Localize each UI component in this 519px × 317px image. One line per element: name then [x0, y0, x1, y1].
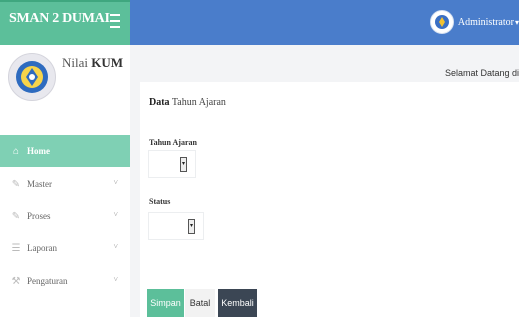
sidebar-item-label: Laporan: [27, 243, 57, 253]
sidebar-item-home[interactable]: ⌂ Home: [0, 135, 130, 167]
welcome-text: Selamat Datang di: [444, 68, 519, 78]
app-name-bold: KUM: [91, 55, 124, 70]
chevron-down-icon: ˅: [113, 210, 118, 219]
chevron-down-icon: ˅: [113, 242, 118, 251]
sidebar-item-master[interactable]: ✎ Master ˅: [0, 168, 130, 200]
sidebar: Nilai KUM ⌂ Home ✎ Master ˅ ✎ Proses ˅ ☰…: [0, 45, 131, 317]
chevron-down-icon: ˅: [113, 178, 118, 187]
page-title-rest: Tahun Ajaran: [171, 97, 226, 108]
status-select[interactable]: ▾: [148, 212, 204, 240]
page-title: Data Tahun Ajaran: [149, 97, 226, 108]
page-title-bold: Data: [149, 97, 170, 108]
list-icon: ☰: [11, 242, 21, 254]
chevron-down-icon: ▾: [180, 157, 187, 172]
save-button[interactable]: Simpan: [147, 289, 184, 317]
cancel-button[interactable]: Batal: [185, 289, 215, 317]
brand-bar: SMAN 2 DUMAI: [0, 0, 130, 45]
sidebar-profile: Nilai KUM: [0, 45, 130, 133]
main-content: Selamat Datang di Data Tahun Ajaran Tahu…: [130, 45, 519, 317]
menu-toggle-icon[interactable]: [110, 14, 120, 29]
sidebar-item-label: Master: [27, 179, 52, 189]
school-emblem-icon: [16, 61, 48, 93]
sidebar-item-proses[interactable]: ✎ Proses ˅: [0, 200, 130, 232]
back-button[interactable]: Kembali: [218, 289, 257, 317]
sidebar-item-laporan[interactable]: ☰ Laporan ˅: [0, 232, 130, 264]
wrench-icon: ⚒: [11, 275, 21, 287]
tahun-ajaran-select[interactable]: ▾: [148, 150, 196, 178]
form-card: Data Tahun Ajaran Tahun Ajaran ▾ Status …: [140, 82, 519, 317]
app-name-prefix: Nilai: [62, 55, 88, 70]
emblem-icon: [434, 15, 449, 29]
sidebar-item-label: Proses: [27, 211, 51, 221]
user-menu[interactable]: Administrator ▾: [429, 9, 519, 35]
pencil-icon: ✎: [11, 210, 21, 222]
home-icon: ⌂: [12, 145, 19, 157]
sidebar-item-pengaturan[interactable]: ⚒ Pengaturan ˅: [0, 265, 130, 297]
chevron-down-icon: ▾: [188, 219, 195, 234]
pencil-icon: ✎: [11, 178, 21, 190]
sidebar-item-label: Pengaturan: [27, 276, 68, 286]
status-label: Status: [149, 197, 171, 206]
sidebar-item-label: Home: [27, 146, 50, 156]
avatar: [429, 10, 454, 34]
top-navbar: Administrator ▾: [130, 0, 519, 45]
school-logo: [8, 53, 56, 101]
user-name: Administrator: [457, 16, 514, 28]
chevron-down-icon: ˅: [113, 275, 118, 284]
brand-title[interactable]: SMAN 2 DUMAI: [9, 11, 110, 27]
caret-down-icon: ▾: [514, 17, 519, 27]
app-name: Nilai KUM: [62, 55, 123, 71]
tahun-ajaran-label: Tahun Ajaran: [149, 138, 197, 147]
